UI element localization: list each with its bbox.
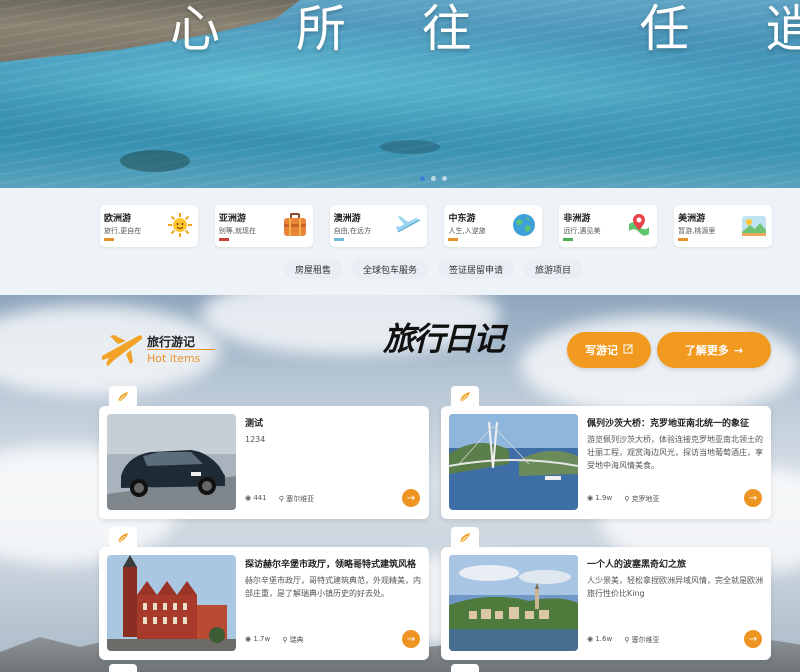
plane-icon <box>100 330 144 372</box>
write-note-button[interactable]: 写游记 <box>567 332 651 368</box>
learn-more-label: 了解更多 <box>684 344 729 357</box>
arrow-right-icon[interactable]: → <box>744 630 762 648</box>
note-image-town-hall[interactable] <box>107 555 236 651</box>
travel-note-card[interactable]: 探访赫尔辛堡市政厅，领略哥特式建筑风格 赫尔辛堡市政厅，哥特式建筑典范，外观精美… <box>99 527 429 660</box>
globe-icon <box>510 211 538 239</box>
eye-icon: ◉ 1.7w <box>245 635 271 643</box>
location-icon: ⚲ 塞尔维亚 <box>624 636 660 644</box>
section-subtitle: Hot items <box>147 352 201 365</box>
note-meta: ◉ 441 ⚲ 塞尔维亚 <box>245 494 314 504</box>
note-location: 瑞典 <box>289 636 304 644</box>
note-meta: ◉ 1.7w ⚲ 瑞典 <box>245 635 304 645</box>
note-description: 人少景美，轻松拿捏欧洲异域风情，完全就是欧洲旅行性价比King <box>587 576 763 598</box>
service-travel-projects[interactable]: 旅游项目 <box>524 259 583 279</box>
note-title[interactable]: 佩列沙茨大桥：克罗地亚南北统一的象征 <box>587 416 765 429</box>
arrow-right-icon: → <box>733 343 744 357</box>
carousel-dot[interactable] <box>420 176 425 181</box>
suitcase-icon <box>281 211 309 239</box>
note-location: 克罗地亚 <box>631 495 660 503</box>
category-americas[interactable]: 美洲游 暂游,桃源里 <box>674 205 772 247</box>
feather-icon <box>109 386 137 408</box>
travel-note-card[interactable]: 佩列沙茨大桥：克罗地亚南北统一的象征 游览佩列沙茨大桥，体验连接克罗地亚南北领土… <box>441 386 771 519</box>
note-views: 441 <box>253 494 267 502</box>
note-title[interactable]: 探访赫尔辛堡市政厅，领略哥特式建筑风格 <box>245 557 423 570</box>
category-bar <box>333 238 344 241</box>
hero-rock-shadow <box>120 150 190 172</box>
learn-more-button[interactable]: 了解更多 → <box>657 332 771 368</box>
category-bar <box>678 238 689 241</box>
destination-categories: 欧洲游 旅行,更自在 亚洲游 别等,就现在 澳洲游 自由,在远方 中东游 人生,… <box>100 205 772 247</box>
arrow-right-icon[interactable]: → <box>402 630 420 648</box>
note-image-bridge[interactable] <box>449 414 578 510</box>
category-middle-east[interactable]: 中东游 人生,入逆旅 <box>444 205 543 247</box>
category-oceania[interactable]: 澳洲游 自由,在远方 <box>329 205 428 247</box>
feather-icon <box>451 386 479 408</box>
hero-title: 心 所 往 任 逍 遥 <box>170 0 800 58</box>
feather-icon <box>451 527 479 549</box>
travel-note-card[interactable]: 一个人的波塞黑奇幻之旅 人少景美，轻松拿捏欧洲异域风情，完全就是欧洲旅行性价比K… <box>441 527 771 660</box>
note-meta: ◉ 1.9w ⚲ 克罗地亚 <box>587 494 660 504</box>
travel-diary-logo: 旅行日记 <box>383 320 505 358</box>
carousel-dots <box>420 176 447 181</box>
next-card-tab <box>109 664 137 672</box>
carousel-dot[interactable] <box>442 176 447 181</box>
location-icon: ⚲ 瑞典 <box>282 636 304 644</box>
category-bar <box>563 238 574 241</box>
note-location: 塞尔维亚 <box>286 495 315 503</box>
edit-icon <box>623 344 633 357</box>
note-views: 1.6w <box>595 635 613 643</box>
map-pin-icon <box>625 211 653 239</box>
note-title[interactable]: 一个人的波塞黑奇幻之旅 <box>587 557 765 570</box>
note-description: 赫尔辛堡市政厅，哥特式建筑典范，外观精美，内部庄重，是了解瑞典小镇历史的好去处。 <box>245 576 421 598</box>
note-description: 游览佩列沙茨大桥，体验连接克罗地亚南北领土的壮丽工程，观赏海边风光，探访当地葡萄… <box>587 435 763 470</box>
travel-note-card[interactable]: 测试 1234 ◉ 441 ⚲ 塞尔维亚 → <box>99 386 429 519</box>
landscape-icon <box>740 211 768 239</box>
category-bar <box>104 238 114 241</box>
arrow-right-icon[interactable]: → <box>402 489 420 507</box>
category-europe[interactable]: 欧洲游 旅行,更自在 <box>100 205 198 247</box>
category-asia[interactable]: 亚洲游 别等,就现在 <box>214 205 313 247</box>
write-note-label: 写游记 <box>585 344 618 357</box>
service-visa[interactable]: 签证居留申请 <box>438 259 515 279</box>
service-links: 房屋租售 全球包车服务 签证居留申请 旅游项目 <box>284 259 583 279</box>
location-icon: ⚲ 克罗地亚 <box>624 495 660 503</box>
note-image-city[interactable] <box>449 555 578 651</box>
location-icon: ⚲ 塞尔维亚 <box>278 495 315 503</box>
note-views: 1.7w <box>253 635 271 643</box>
section-title: 旅行游记 <box>147 335 196 349</box>
airplane-icon <box>395 211 423 239</box>
sun-icon <box>166 211 194 239</box>
category-bar <box>448 238 459 241</box>
note-description: 1234 <box>245 435 266 444</box>
note-meta: ◉ 1.6w ⚲ 塞尔维亚 <box>587 635 660 645</box>
eye-icon: ◉ 1.9w <box>587 494 613 502</box>
category-bar <box>218 238 229 241</box>
service-car-charter[interactable]: 全球包车服务 <box>352 259 429 279</box>
hero-banner: 心 所 往 任 逍 遥 <box>0 0 800 188</box>
feather-icon <box>109 527 137 549</box>
note-views: 1.9w <box>595 494 613 502</box>
eye-icon: ◉ 441 <box>245 494 267 502</box>
carousel-dot[interactable] <box>431 176 436 181</box>
hero-rock-shadow <box>380 140 440 154</box>
note-location: 塞尔维亚 <box>631 636 660 644</box>
note-image-car[interactable] <box>107 414 236 510</box>
section-title-underline <box>147 349 215 350</box>
category-africa[interactable]: 非洲游 远行,遇见美 <box>559 205 658 247</box>
service-house-rental[interactable]: 房屋租售 <box>284 259 343 279</box>
note-title[interactable]: 测试 <box>245 416 423 429</box>
next-card-tab <box>451 664 479 672</box>
eye-icon: ◉ 1.6w <box>587 635 613 643</box>
arrow-right-icon[interactable]: → <box>744 489 762 507</box>
